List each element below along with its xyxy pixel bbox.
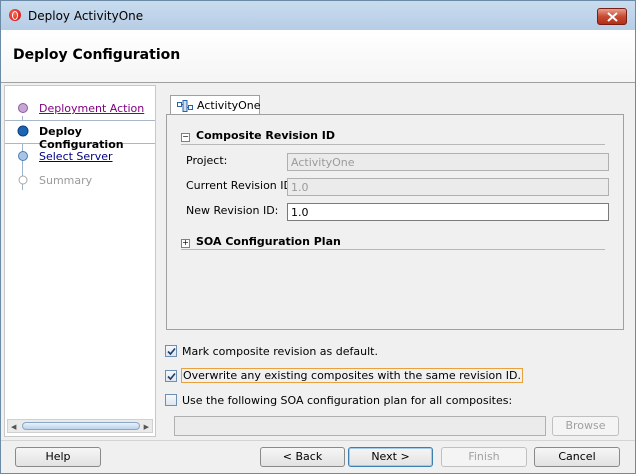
composite-revision-section-header[interactable]: − Composite Revision ID — [181, 129, 335, 142]
tab-label: ActivityOne — [197, 99, 261, 112]
checkbox-box[interactable] — [165, 345, 177, 357]
checkbox-label: Use the following SOA configuration plan… — [182, 394, 513, 407]
check-icon — [167, 372, 176, 381]
project-label: Project: — [186, 154, 228, 167]
step-pending-icon — [18, 151, 28, 161]
oracle-app-icon — [9, 9, 21, 21]
expand-icon[interactable]: + — [181, 239, 190, 248]
back-button[interactable]: < Back — [260, 447, 345, 467]
step-visited-icon — [18, 103, 28, 113]
step-label: Summary — [39, 174, 93, 187]
collapse-icon[interactable]: − — [181, 133, 190, 142]
composite-icon — [177, 100, 193, 112]
footer-divider — [1, 440, 635, 441]
browse-button: Browse — [552, 416, 619, 436]
wizard-header: Deploy Configuration — [1, 30, 635, 83]
scroll-left-arrow-icon[interactable]: ◀ — [11, 423, 16, 431]
page-title: Deploy Configuration — [13, 47, 181, 63]
cancel-button[interactable]: Cancel — [534, 447, 620, 467]
scroll-right-arrow-icon[interactable]: ▶ — [144, 423, 149, 431]
checkbox-box[interactable] — [165, 370, 177, 382]
help-button[interactable]: Help — [15, 447, 101, 467]
tab-activityone[interactable]: ActivityOne — [170, 95, 261, 115]
plan-path-input — [174, 416, 546, 436]
finish-button: Finish — [441, 447, 527, 467]
steps-horizontal-scrollbar[interactable]: ◀ ▶ — [7, 419, 153, 433]
step-select-server[interactable]: Select Server — [5, 146, 155, 168]
check-icon — [167, 347, 176, 356]
step-current-icon — [17, 125, 29, 137]
new-revision-label: New Revision ID: — [186, 204, 279, 217]
checkbox-label: Overwrite any existing composites with t… — [181, 368, 523, 383]
step-deployment-action[interactable]: Deployment Action — [5, 98, 155, 120]
scrollbar-thumb[interactable] — [22, 422, 140, 430]
project-field — [287, 153, 609, 171]
checkbox-box[interactable] — [165, 394, 177, 406]
step-label: Deployment Action — [39, 102, 145, 115]
soa-plan-section-header[interactable]: + SOA Configuration Plan — [181, 235, 341, 248]
step-summary: Summary — [5, 170, 155, 192]
step-disabled-icon — [18, 175, 28, 185]
new-revision-input[interactable] — [287, 203, 609, 221]
next-button[interactable]: Next > — [348, 447, 433, 467]
configuration-panel: ActivityOne − Composite Revision ID Proje… — [156, 85, 635, 437]
checkbox-label: Mark composite revision as default. — [182, 345, 378, 358]
current-revision-label: Current Revision ID: — [186, 179, 296, 192]
title-bar: Deploy ActivityOne — [1, 1, 635, 31]
close-button[interactable] — [597, 8, 627, 25]
close-icon — [607, 12, 618, 22]
section-title: SOA Configuration Plan — [196, 235, 341, 248]
section-divider — [181, 249, 605, 250]
section-title: Composite Revision ID — [196, 129, 336, 142]
section-divider — [181, 144, 605, 145]
step-deploy-configuration[interactable]: Deploy Configuration — [5, 120, 155, 151]
window-title: Deploy ActivityOne — [28, 9, 144, 23]
wizard-steps-panel: Deployment Action Deploy Configuration S… — [4, 85, 156, 437]
current-revision-field — [287, 178, 609, 196]
deploy-dialog: Deploy ActivityOne Deploy Configuration … — [0, 0, 636, 474]
tab-content: −Composite Revision ID Project: Current … — [166, 114, 624, 330]
step-label: Select Server — [39, 150, 113, 163]
